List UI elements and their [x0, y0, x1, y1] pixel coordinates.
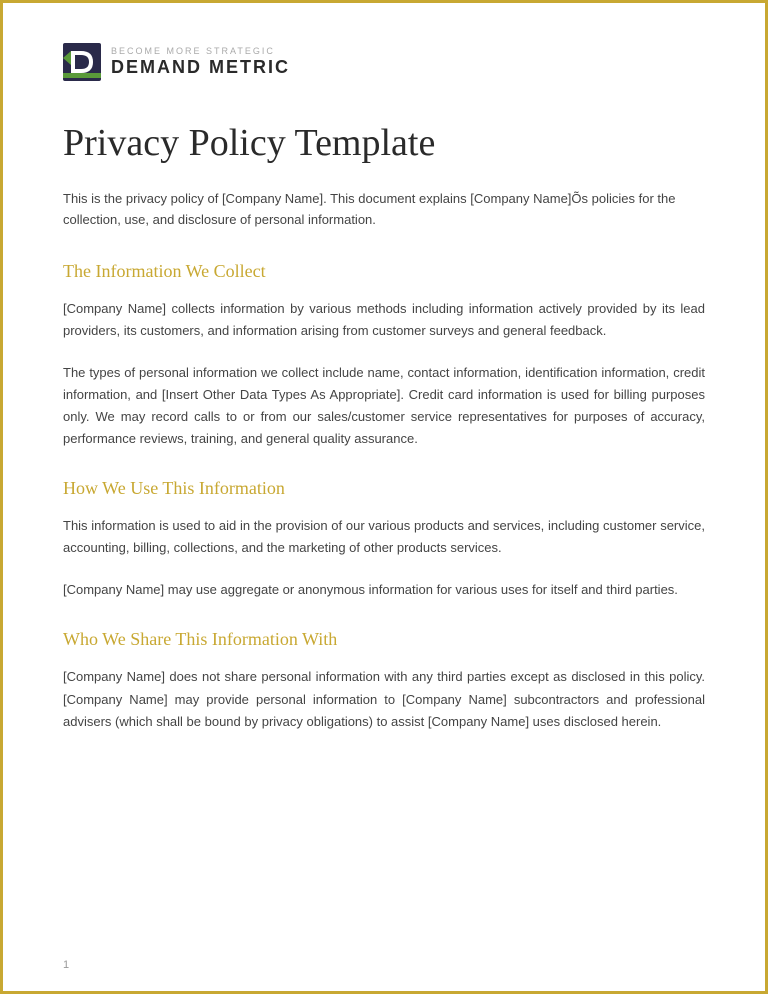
- logo-name: DEMAND METRIC: [111, 57, 290, 78]
- logo-tagline: Become More Strategic: [111, 46, 290, 56]
- section-body-2-p1: This information is used to aid in the p…: [63, 515, 705, 559]
- section-body-1-p2: The types of personal information we col…: [63, 362, 705, 450]
- section-how-we-use: How We Use This Information This informa…: [63, 478, 705, 601]
- logo-text-container: Become More Strategic DEMAND METRIC: [111, 46, 290, 78]
- section-heading-2: How We Use This Information: [63, 478, 705, 499]
- demand-metric-logo-icon: [63, 43, 101, 81]
- header: Become More Strategic DEMAND METRIC: [63, 43, 705, 81]
- section-body-2-p2: [Company Name] may use aggregate or anon…: [63, 579, 705, 601]
- section-body-3-p1: [Company Name] does not share personal i…: [63, 666, 705, 732]
- page-number: 1: [63, 959, 69, 971]
- section-heading-3: Who We Share This Information With: [63, 629, 705, 650]
- section-who-we-share: Who We Share This Information With [Comp…: [63, 629, 705, 732]
- page-container: Become More Strategic DEMAND METRIC Priv…: [0, 0, 768, 994]
- section-body-1-p1: [Company Name] collects information by v…: [63, 298, 705, 342]
- intro-text: This is the privacy policy of [Company N…: [63, 189, 705, 231]
- section-information-we-collect: The Information We Collect [Company Name…: [63, 261, 705, 451]
- section-heading-1: The Information We Collect: [63, 261, 705, 282]
- page-title: Privacy Policy Template: [63, 121, 705, 165]
